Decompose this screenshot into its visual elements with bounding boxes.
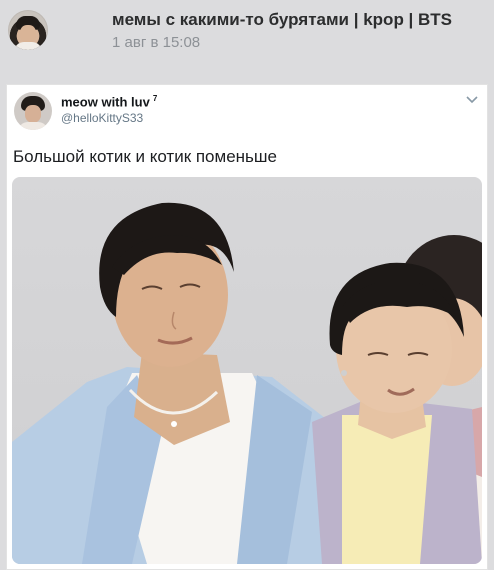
- page: мемы с какими-то бурятами | kpop | BTS 1…: [0, 0, 494, 570]
- group-name-link[interactable]: мемы с какими-то бурятами | kpop | BTS: [112, 10, 452, 30]
- group-avatar[interactable]: [8, 10, 48, 50]
- tweet-photo[interactable]: [12, 177, 482, 564]
- tweet-avatar-shirt: [18, 122, 48, 130]
- tweet-name-superscript: 7: [152, 94, 158, 103]
- tweet-screenshot: meow with luv 7 @helloKittyS33 Большой ко…: [6, 84, 488, 570]
- tweet-text: Большой котик и котик поменьше: [13, 147, 277, 166]
- tweet-author-handle: @helloKittyS33: [61, 111, 144, 125]
- tweet-avatar-face: [25, 105, 41, 123]
- chevron-down-icon: [466, 96, 478, 104]
- avatar-face: [20, 25, 36, 43]
- photo-illustration: [12, 202, 482, 564]
- tweet-author-name: meow with luv 7: [61, 94, 157, 109]
- tweet-author-avatar: [14, 92, 52, 130]
- tweet-display-name: meow with luv: [61, 94, 150, 110]
- post-header: мемы с какими-то бурятами | kpop | BTS 1…: [0, 0, 494, 80]
- avatar-shirt: [14, 42, 42, 50]
- post-date-link[interactable]: 1 авг в 15:08: [112, 34, 200, 51]
